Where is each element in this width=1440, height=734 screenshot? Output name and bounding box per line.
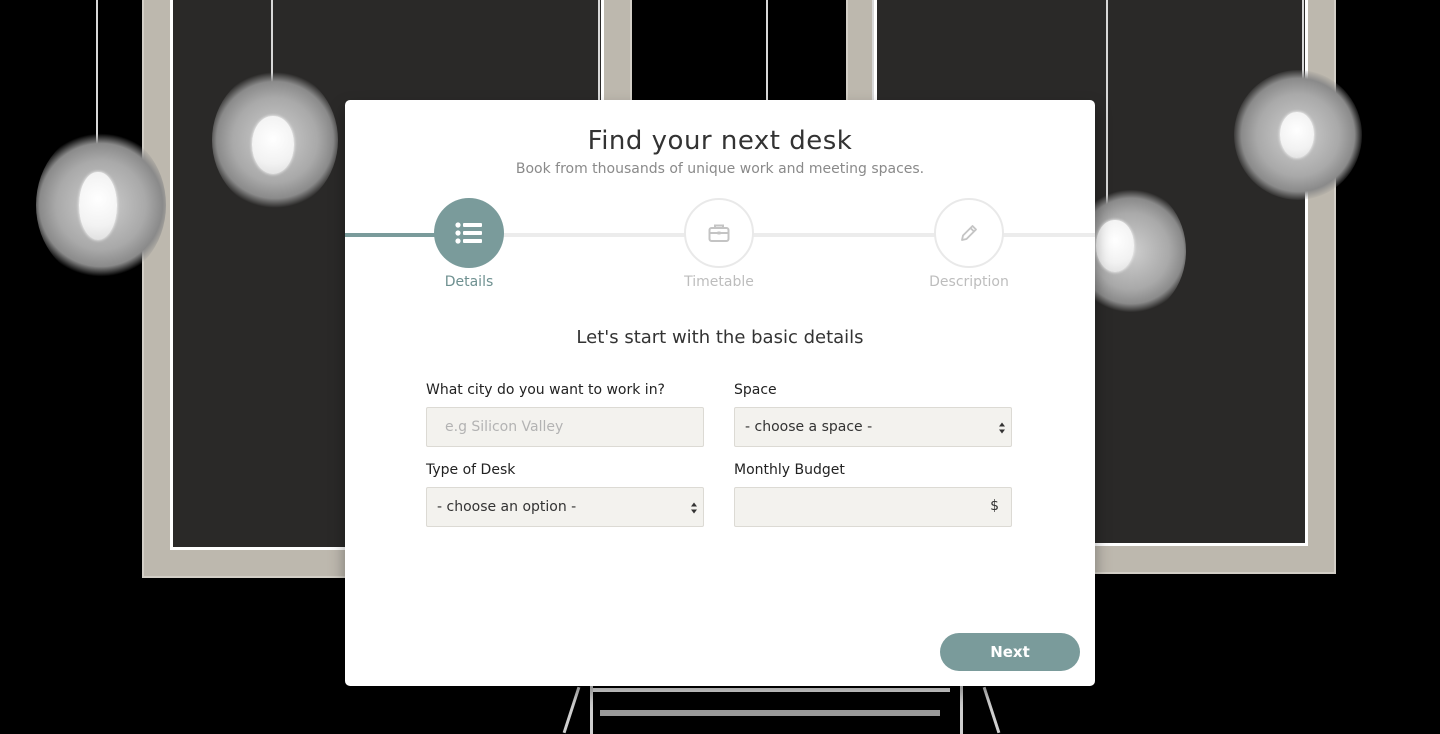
briefcase-icon: [708, 224, 730, 242]
desk-type-select[interactable]: - choose an option -: [426, 487, 704, 527]
lamp-wire: [1106, 0, 1108, 220]
modal-subtitle: Book from thousands of unique work and m…: [515, 161, 925, 177]
budget-label: Monthly Budget: [734, 462, 845, 478]
lamp-bulb: [252, 116, 294, 174]
space-label: Space: [734, 382, 777, 398]
find-desk-modal: Find your next desk Book from thousands …: [345, 100, 1095, 686]
desk-type-select-value: - choose an option -: [437, 499, 577, 515]
select-arrows-icon: [999, 422, 1005, 434]
lamp-bulb: [1280, 112, 1314, 158]
lamp-bulb: [79, 172, 117, 240]
modal-title: Find your next desk: [587, 126, 853, 156]
lamp-bulb: [1096, 220, 1134, 272]
step-details[interactable]: [434, 198, 504, 268]
next-button[interactable]: Next: [940, 633, 1080, 671]
step-description[interactable]: [934, 198, 1004, 268]
section-heading: Let's start with the basic details: [576, 327, 864, 348]
space-select-value: - choose a space -: [745, 419, 873, 435]
space-select[interactable]: - choose a space -: [734, 407, 1012, 447]
desk-type-label: Type of Desk: [426, 462, 516, 478]
city-input[interactable]: [426, 407, 704, 447]
lamp-wire: [598, 0, 600, 100]
currency-symbol: $: [990, 498, 999, 514]
budget-input[interactable]: $: [734, 487, 1012, 527]
lamp-wire: [872, 0, 874, 100]
list-icon: [455, 222, 482, 244]
step-label-description[interactable]: Description: [889, 274, 1049, 290]
step-label-timetable[interactable]: Timetable: [639, 274, 799, 290]
lamp-wire: [766, 0, 768, 100]
bench-illustration: [560, 686, 1001, 734]
step-timetable[interactable]: [684, 198, 754, 268]
step-label-details[interactable]: Details: [389, 274, 549, 290]
select-arrows-icon: [691, 502, 697, 514]
city-label: What city do you want to work in?: [426, 382, 665, 398]
pencil-icon: [961, 225, 977, 241]
